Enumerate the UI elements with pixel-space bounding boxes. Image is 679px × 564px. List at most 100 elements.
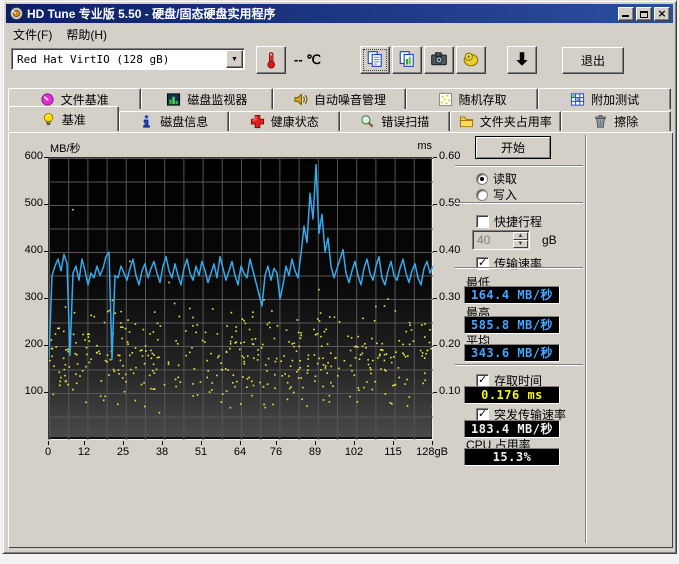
cpu-usage-display: 15.3% xyxy=(464,448,560,466)
minimize-icon xyxy=(622,15,629,17)
menu-bar: 文件(F)帮助(H) xyxy=(6,25,673,44)
axis-tick-label: 128gB xyxy=(410,446,454,458)
menu-item-file[interactable]: 文件(F) xyxy=(6,24,59,45)
temperature-value: -- xyxy=(294,52,303,67)
app-icon xyxy=(9,6,24,21)
close-button[interactable]: × xyxy=(654,7,670,21)
random-access-icon xyxy=(438,92,453,107)
exit-button[interactable]: 退出 xyxy=(562,47,624,74)
erase-icon xyxy=(593,114,608,129)
donate-button[interactable] xyxy=(456,46,486,74)
start-button[interactable]: 开始 xyxy=(475,136,551,159)
title-bar[interactable]: HD Tune 专业版 5.50 - 硬盘/固态硬盘实用程序 × xyxy=(6,4,673,23)
error-scan-icon xyxy=(360,114,375,129)
tab-error-scan[interactable]: 错误扫描 xyxy=(340,111,451,131)
left-axis-label: MB/秒 xyxy=(50,140,81,156)
tab-label: 自动噪音管理 xyxy=(314,91,386,108)
plot-area xyxy=(48,157,432,439)
checkbox-indicator xyxy=(476,215,489,228)
axis-tick-mark xyxy=(276,441,277,445)
short-stroke-label: 快捷行程 xyxy=(494,213,542,230)
transfer-rate-checkbox[interactable]: 传输速率 xyxy=(476,255,542,272)
axis-tick-label: 38 xyxy=(140,446,184,458)
avg-speed-display: 343.6 MB/秒 xyxy=(464,344,560,362)
axis-tick-mark xyxy=(44,157,48,158)
write-radio[interactable]: 写入 xyxy=(476,186,517,203)
axis-tick-label: 0.60 xyxy=(439,150,479,162)
temperature-button[interactable] xyxy=(256,46,286,74)
axis-tick-label: 89 xyxy=(293,446,337,458)
tab-benchmark[interactable]: 基准 xyxy=(8,106,119,131)
short-stroke-checkbox[interactable]: 快捷行程 xyxy=(476,213,542,230)
right-axis-label: ms xyxy=(389,140,432,152)
folder-usage-icon xyxy=(459,114,474,129)
min-speed-display: 164.4 MB/秒 xyxy=(464,286,560,304)
tab-noise-management[interactable]: 自动噪音管理 xyxy=(273,88,406,109)
tab-extra-tests[interactable]: 附加测试 xyxy=(538,88,671,109)
axis-tick-mark xyxy=(433,204,437,205)
tab-disk-monitor[interactable]: 磁盘监视器 xyxy=(141,88,274,109)
temperature-readout: -- ℃ xyxy=(294,52,321,68)
tab-health-status[interactable]: 健康状态 xyxy=(229,111,340,131)
chevron-down-icon[interactable]: ▼ xyxy=(226,50,243,68)
extra-tests-icon xyxy=(570,92,585,107)
window-title: HD Tune 专业版 5.50 - 硬盘/固态硬盘实用程序 xyxy=(27,5,618,22)
tab-erase[interactable]: 擦除 xyxy=(561,111,672,131)
donate-icon xyxy=(462,50,480,71)
axis-tick-label: 600 xyxy=(8,150,43,162)
tab-label: 随机存取 xyxy=(459,91,507,108)
axis-tick-mark xyxy=(433,392,437,393)
access-time-display: 0.176 ms xyxy=(464,386,560,404)
axis-tick-label: 100 xyxy=(8,385,43,397)
tab-disk-info[interactable]: 磁盘信息 xyxy=(119,111,230,131)
copy-text-button[interactable] xyxy=(360,46,390,74)
axis-tick-label: 115 xyxy=(371,446,415,458)
tab-label: 健康状态 xyxy=(271,113,319,130)
axis-tick-mark xyxy=(162,441,163,445)
tab-folder-usage[interactable]: 文件夹占用率 xyxy=(450,111,561,131)
axis-tick-mark xyxy=(44,298,48,299)
axis-tick-label: 76 xyxy=(254,446,298,458)
close-icon: × xyxy=(655,8,669,20)
axis-tick-label: 25 xyxy=(101,446,145,458)
save-results-button[interactable] xyxy=(507,46,537,74)
axis-tick-mark xyxy=(44,345,48,346)
axis-tick-mark xyxy=(44,392,48,393)
axis-tick-mark xyxy=(240,441,241,445)
axis-tick-mark xyxy=(432,441,433,445)
drive-select[interactable]: Red Hat VirtIO (128 gB) ▼ xyxy=(11,48,245,70)
separator xyxy=(455,267,583,269)
chart-grid xyxy=(49,158,433,440)
drive-select-value: Red Hat VirtIO (128 gB) xyxy=(12,53,226,66)
radio-indicator xyxy=(476,173,488,185)
maximize-button[interactable] xyxy=(636,7,652,21)
spin-up-icon[interactable]: ▲ xyxy=(513,232,528,240)
axis-tick-mark xyxy=(44,204,48,205)
app-window: HD Tune 专业版 5.50 - 硬盘/固态硬盘实用程序 × 文件(F)帮助… xyxy=(2,0,677,554)
axis-tick-mark xyxy=(84,441,85,445)
short-stroke-size-value: 40 xyxy=(473,231,513,249)
menu-item-help[interactable]: 帮助(H) xyxy=(59,24,114,45)
axis-tick-mark xyxy=(433,345,437,346)
benchmark-panel: MB/秒 ms 1002003004005006000.100.200.300.… xyxy=(8,132,673,548)
axis-tick-mark xyxy=(354,441,355,445)
minimize-button[interactable] xyxy=(618,7,634,21)
copy-icon xyxy=(366,50,384,71)
tab-label: 错误扫描 xyxy=(381,113,429,130)
read-radio[interactable]: 读取 xyxy=(476,170,517,187)
axis-tick-mark xyxy=(315,441,316,445)
tab-label: 擦除 xyxy=(614,113,638,130)
maximize-icon xyxy=(640,11,648,18)
short-stroke-size-input[interactable]: 40 ▲ ▼ xyxy=(472,230,530,250)
noise-management-icon xyxy=(293,92,308,107)
axis-tick-label: 400 xyxy=(8,244,43,256)
spin-down-icon[interactable]: ▼ xyxy=(513,240,528,248)
axis-tick-mark xyxy=(433,157,437,158)
tab-label: 磁盘信息 xyxy=(160,113,208,130)
tab-random-access[interactable]: 随机存取 xyxy=(406,88,539,109)
axis-tick-label: 102 xyxy=(332,446,376,458)
axis-tick-mark xyxy=(123,441,124,445)
screenshot-button[interactable] xyxy=(424,46,454,74)
copy-image-button[interactable] xyxy=(392,46,422,74)
axis-tick-label: 200 xyxy=(8,338,43,350)
